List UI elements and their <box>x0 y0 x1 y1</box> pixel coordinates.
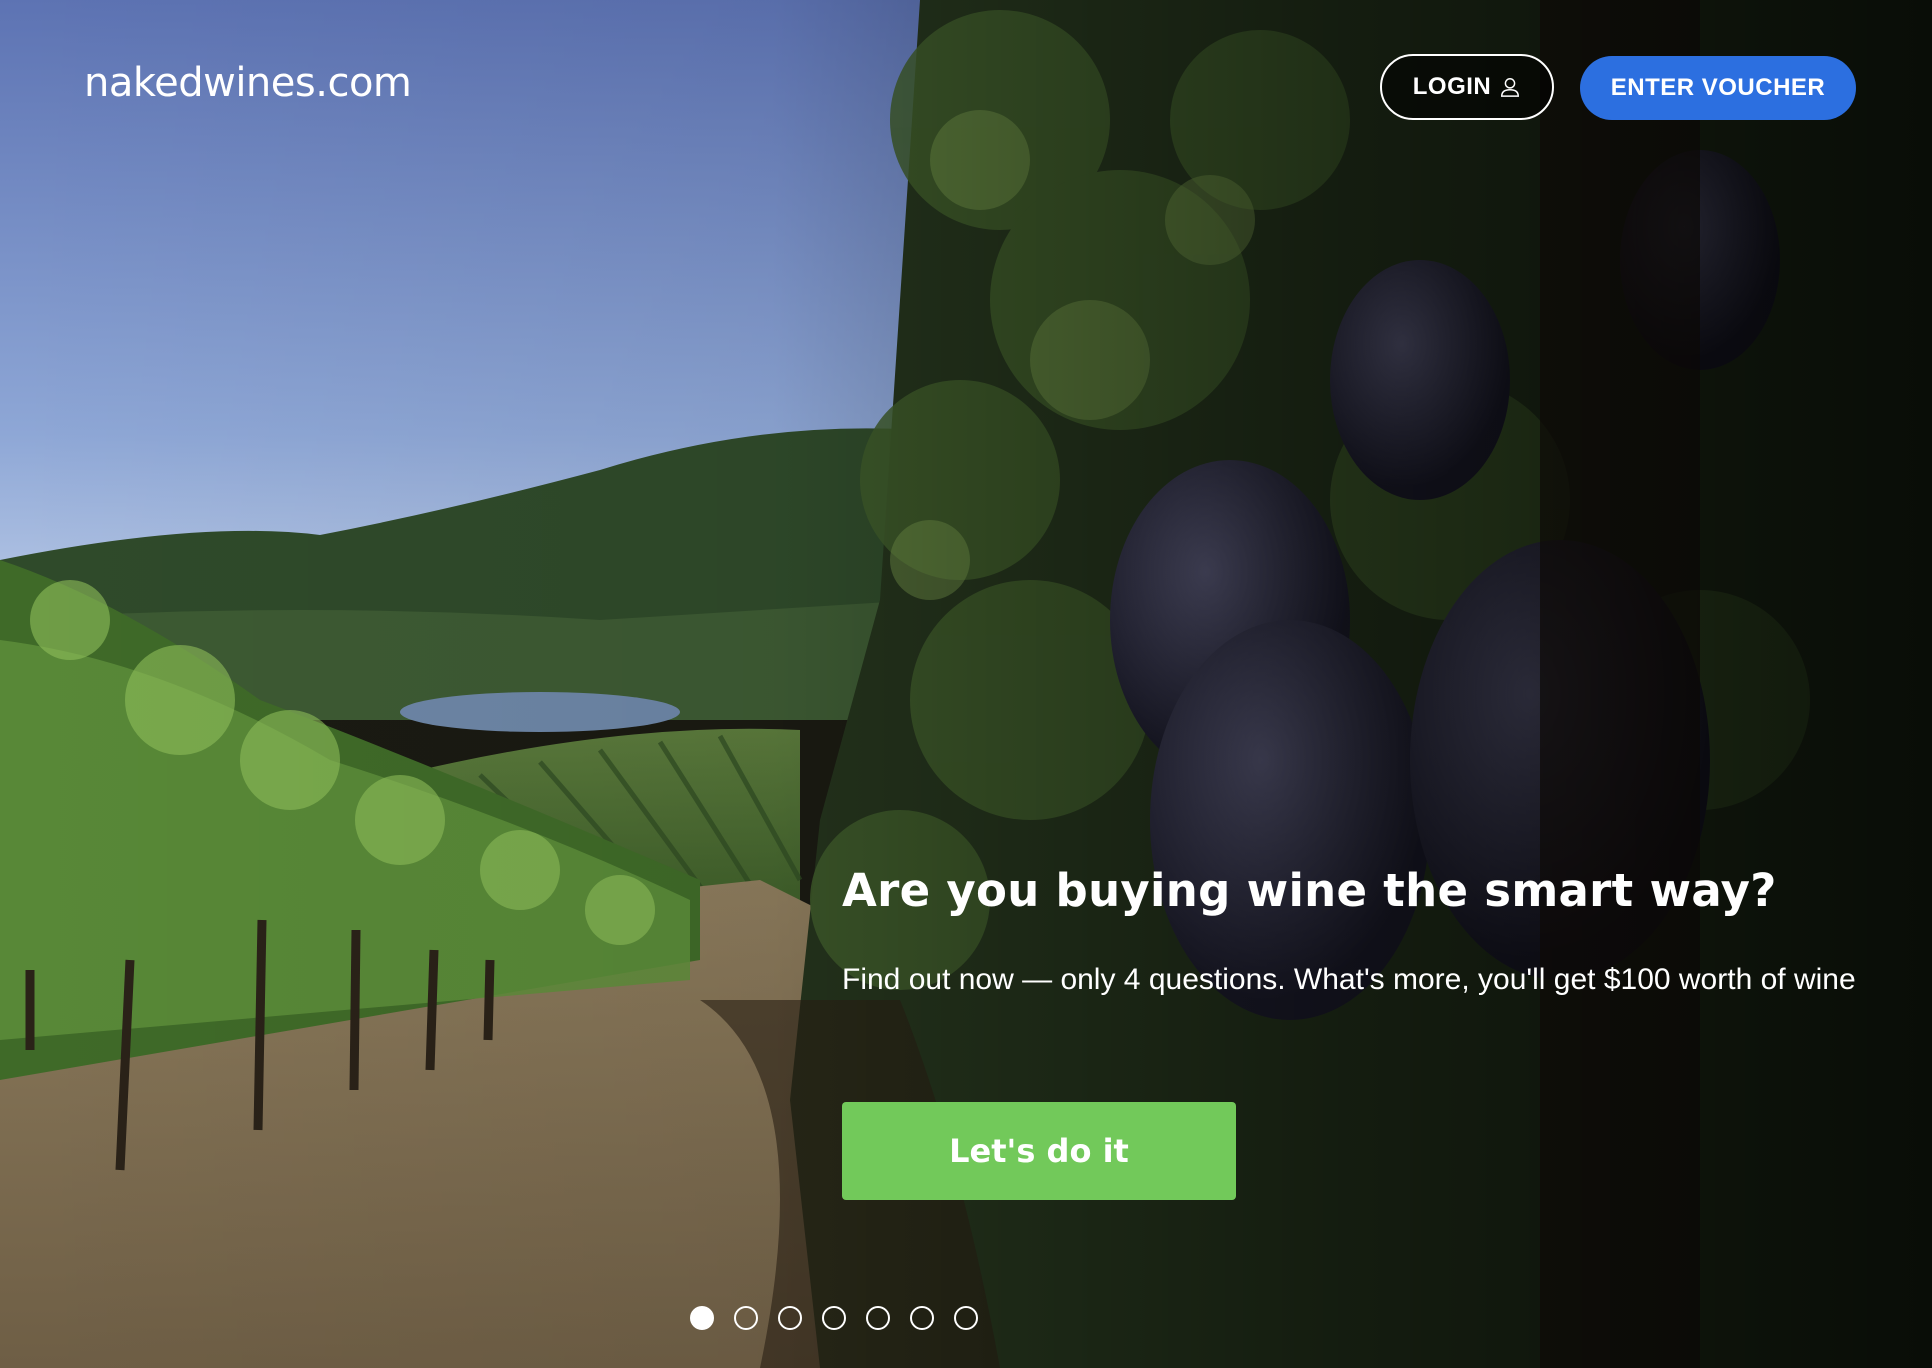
site-logo[interactable]: nakedwines.com <box>84 60 412 106</box>
lets-do-it-button[interactable]: Let's do it <box>842 1102 1236 1200</box>
carousel-dot-7[interactable] <box>954 1306 978 1330</box>
carousel-dot-5[interactable] <box>866 1306 890 1330</box>
promo-headline: Are you buying wine the smart way? <box>842 864 1777 917</box>
carousel-dot-3[interactable] <box>778 1306 802 1330</box>
carousel-dot-2[interactable] <box>734 1306 758 1330</box>
user-icon <box>1501 78 1520 97</box>
carousel-dot-4[interactable] <box>822 1306 846 1330</box>
enter-voucher-button[interactable]: ENTER VOUCHER <box>1580 56 1856 120</box>
promo-subtext: Find out now — only 4 questions. What's … <box>842 963 1856 996</box>
carousel-dots <box>690 1306 978 1330</box>
hero-section: nakedwines.com LOGIN ENTER VOUCHER Are y… <box>0 0 1932 1368</box>
login-button[interactable]: LOGIN <box>1380 54 1554 120</box>
carousel-dot-1[interactable] <box>690 1306 714 1330</box>
carousel-dot-6[interactable] <box>910 1306 934 1330</box>
login-label: LOGIN <box>1412 73 1492 100</box>
